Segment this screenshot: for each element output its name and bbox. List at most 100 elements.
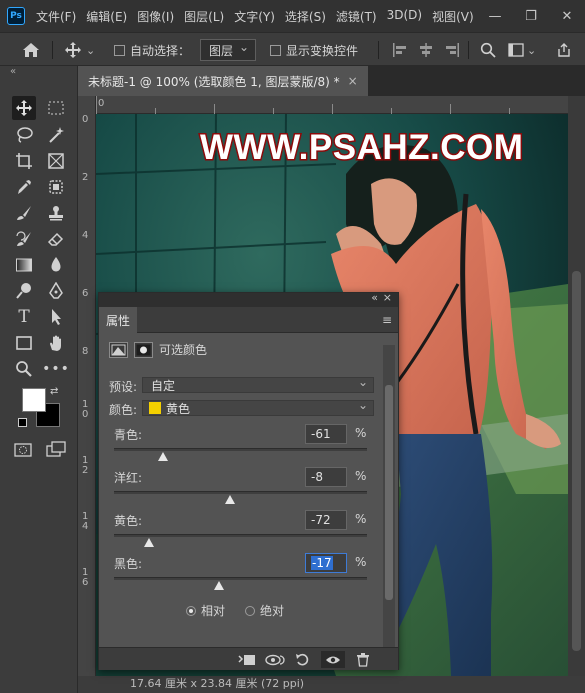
yellow-slider-track[interactable]: [114, 534, 367, 537]
search-button[interactable]: [480, 33, 496, 67]
gradient-tool[interactable]: [12, 253, 36, 277]
cyan-value-field[interactable]: -61: [305, 424, 347, 444]
colors-dropdown[interactable]: 黄色: [142, 398, 374, 416]
rectangle-icon: [16, 336, 32, 350]
collapse-panel-icon[interactable]: «: [10, 66, 16, 77]
reset-button[interactable]: [293, 651, 313, 668]
show-transform-checkbox[interactable]: 显示变换控件: [270, 33, 358, 67]
default-colors-icon[interactable]: [18, 418, 27, 427]
magenta-slider-handle[interactable]: [225, 495, 236, 504]
layer-mask-icon[interactable]: [134, 341, 153, 358]
eraser-tool[interactable]: [44, 227, 68, 251]
close-tab-icon[interactable]: ×: [348, 74, 358, 88]
document-tab[interactable]: 未标题-1 @ 100% (选取颜色 1, 图层蒙版/8) * ×: [78, 66, 368, 96]
quick-mask-button[interactable]: [14, 442, 32, 461]
workspace-button[interactable]: ⌄: [508, 33, 536, 67]
align-right-button[interactable]: [444, 33, 460, 67]
black-value-field[interactable]: -17: [305, 553, 347, 573]
move-tool[interactable]: [12, 96, 36, 120]
scrollbar-thumb[interactable]: [385, 385, 393, 600]
tab-properties[interactable]: 属性: [99, 307, 137, 333]
move-icon: [16, 100, 32, 116]
relative-radio[interactable]: 相对: [186, 602, 225, 619]
dodge-tool[interactable]: [12, 279, 36, 303]
restore-button[interactable]: ❐: [513, 0, 549, 32]
ruler-label: 0: [82, 114, 89, 125]
scrollbar-thumb[interactable]: [572, 271, 581, 651]
marquee-tool[interactable]: [44, 96, 68, 120]
screen-mode-button[interactable]: [46, 441, 66, 462]
align-left-button[interactable]: [392, 33, 408, 67]
home-icon: [23, 43, 39, 57]
frame-tool[interactable]: [44, 149, 68, 173]
preset-dropdown[interactable]: 自定: [142, 375, 374, 393]
type-tool[interactable]: T: [12, 305, 36, 329]
pen-tool[interactable]: [44, 279, 68, 303]
yellow-value-field[interactable]: -72: [305, 510, 347, 530]
clip-to-layer-button[interactable]: [237, 651, 257, 668]
close-window-button[interactable]: ✕: [549, 0, 585, 32]
view-previous-icon: [265, 654, 285, 665]
ruler-label: 1 0: [82, 399, 89, 420]
swap-colors-icon[interactable]: ⇄: [50, 386, 58, 397]
view-previous-state-button[interactable]: [265, 651, 285, 668]
share-button[interactable]: [556, 33, 572, 67]
black-value-selection: -17: [311, 556, 333, 570]
vertical-ruler: 0 2 4 6 8 1 0 1 2 1 4 1 6: [78, 96, 96, 676]
delete-adjustment-button[interactable]: [353, 651, 373, 668]
cyan-slider-track[interactable]: [114, 448, 367, 451]
align-right-icon: [446, 43, 459, 57]
panel-scrollbar[interactable]: [383, 345, 395, 647]
black-slider-handle[interactable]: [213, 581, 224, 590]
yellow-slider-handle[interactable]: [144, 538, 155, 547]
path-select-tool[interactable]: [44, 305, 68, 329]
stamp-tool[interactable]: [44, 201, 68, 225]
rectangle-tool[interactable]: [12, 331, 36, 355]
menu-image[interactable]: 图像(I): [132, 8, 179, 25]
collapse-panel-icon[interactable]: «: [371, 291, 378, 304]
workspace-icon: [508, 43, 524, 57]
auto-select-checkbox[interactable]: 自动选择：: [114, 33, 190, 67]
magic-wand-tool[interactable]: [44, 123, 68, 147]
adjustment-layer-icon[interactable]: [109, 341, 128, 358]
more-tools-button[interactable]: •••: [42, 357, 69, 381]
auto-select-target-dropdown[interactable]: 图层: [200, 33, 257, 67]
magenta-slider-track[interactable]: [114, 491, 367, 494]
magenta-value-field[interactable]: -8: [305, 467, 347, 487]
preset-label: 预设:: [109, 380, 138, 394]
canvas-vertical-scrollbar[interactable]: [568, 96, 585, 676]
menu-select[interactable]: 选择(S): [280, 8, 331, 25]
brush-tool[interactable]: [12, 201, 36, 225]
menu-view[interactable]: 视图(V): [427, 8, 479, 25]
history-brush-icon: [16, 231, 31, 246]
hand-tool[interactable]: [44, 331, 68, 355]
align-center-button[interactable]: [418, 33, 434, 67]
eye-icon: [326, 656, 340, 663]
black-slider-track[interactable]: [114, 577, 367, 580]
home-button[interactable]: [22, 33, 40, 67]
panel-menu-icon[interactable]: ≡: [382, 313, 392, 327]
cyan-slider-handle[interactable]: [158, 452, 169, 461]
history-brush-tool[interactable]: [12, 227, 36, 251]
main-menu: 文件(F) 编辑(E) 图像(I) 图层(L) 文字(Y) 选择(S) 滤镜(T…: [31, 8, 479, 25]
menu-file[interactable]: 文件(F): [31, 8, 81, 25]
menu-layer[interactable]: 图层(L): [179, 8, 229, 25]
menu-type[interactable]: 文字(Y): [229, 8, 280, 25]
close-panel-icon[interactable]: ×: [383, 291, 392, 304]
lasso-tool[interactable]: [12, 123, 36, 147]
blur-tool[interactable]: [44, 253, 68, 277]
menu-edit[interactable]: 编辑(E): [81, 8, 132, 25]
divider: [52, 41, 53, 59]
minimize-button[interactable]: —: [477, 0, 513, 32]
toggle-visibility-button[interactable]: [321, 651, 345, 668]
ruler-label: 1 6: [82, 567, 89, 588]
crop-tool[interactable]: [12, 149, 36, 173]
move-tool-preset[interactable]: ⌄: [64, 33, 95, 67]
absolute-radio[interactable]: 绝对: [245, 602, 284, 619]
menu-3d[interactable]: 3D(D): [382, 8, 427, 25]
menu-filter[interactable]: 滤镜(T): [331, 8, 382, 25]
eyedropper-tool[interactable]: [12, 175, 36, 199]
foreground-color-swatch[interactable]: [22, 388, 46, 412]
zoom-tool[interactable]: [12, 357, 36, 381]
patch-tool[interactable]: [44, 175, 68, 199]
